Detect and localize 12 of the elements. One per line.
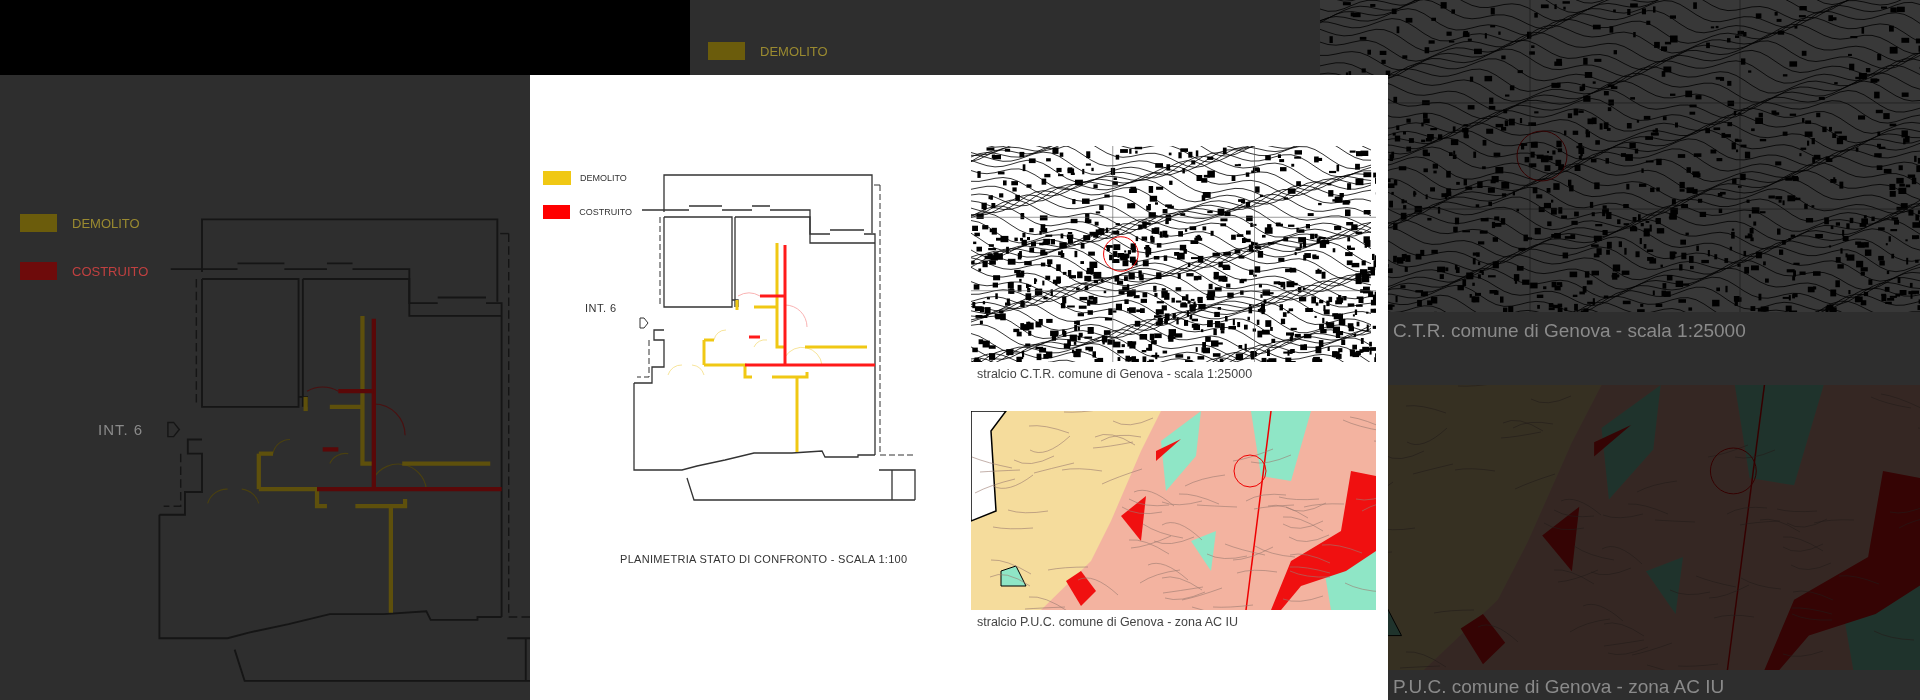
legend-label: DEMOLITO <box>72 216 140 231</box>
map-caption: P.U.C. comune di Genova - zona AC IU <box>1393 676 1725 698</box>
entrance-label: INT. 6 <box>584 302 618 314</box>
entrance-label: INT. 6 <box>98 421 144 438</box>
legend-label: COSTRUITO <box>579 207 632 217</box>
map-caption: stralcio P.U.C. comune di Genova - zona AC IU <box>977 615 1239 631</box>
legend-label: DEMOLITO <box>580 173 627 183</box>
legend-label: COSTRUITO <box>72 264 149 279</box>
map-caption: C.T.R. comune di Genova - scala 1:25000 <box>1393 320 1746 342</box>
legend-label: DEMOLITO <box>760 44 828 59</box>
plan-caption: PLANIMETRIA STATO DI CONFRONTO - SCALA 1:100 <box>619 553 909 565</box>
map-caption: stralcio C.T.R. comune di Genova - scala 1:25000 <box>977 367 1254 383</box>
